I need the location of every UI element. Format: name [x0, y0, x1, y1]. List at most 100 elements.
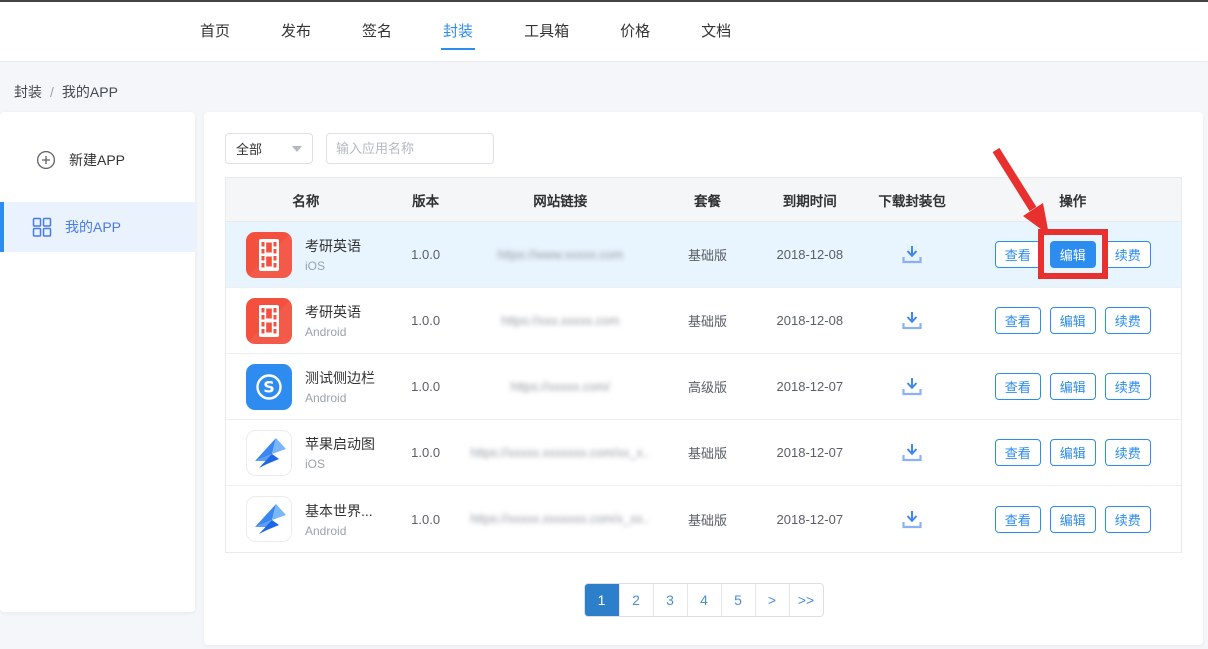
breadcrumb-separator: / [50, 84, 54, 100]
main-nav: 首页 发布 签名 封装 工具箱 价格 文档 [0, 0, 1208, 62]
page-button-1[interactable]: 1 [585, 584, 619, 616]
app-expiry-date: 2018-12-08 [760, 313, 860, 328]
page-last-button[interactable]: >> [789, 584, 823, 616]
app-platform: iOS [305, 259, 361, 273]
site-link-blurred: https://xxxxx.com/ [511, 380, 610, 394]
filter-select[interactable]: 全部 [225, 133, 313, 164]
renew-button[interactable]: 续费 [1105, 439, 1151, 466]
table-header-row: 名称 版本 网站链接 套餐 到期时间 下载封装包 操作 [226, 178, 1181, 222]
chevron-down-icon [292, 146, 302, 152]
breadcrumb-current: 我的APP [62, 82, 118, 102]
breadcrumb-section[interactable]: 封装 [14, 82, 42, 102]
sidebar-item-label: 我的APP [65, 217, 121, 237]
table-row: 考研英语 Android 1.0.0 https://xxx.xxxxx.com… [226, 288, 1181, 354]
plus-circle-icon [36, 150, 56, 170]
page-button-4[interactable]: 4 [687, 584, 721, 616]
view-button[interactable]: 查看 [995, 439, 1041, 466]
edit-button[interactable]: 编辑 [1050, 373, 1096, 400]
renew-button[interactable]: 续费 [1105, 506, 1151, 533]
download-package-icon[interactable] [900, 310, 924, 331]
nav-item-signature[interactable]: 签名 [360, 13, 394, 50]
app-table: 名称 版本 网站链接 套餐 到期时间 下载封装包 操作 考研英语 iOS 1.0… [225, 177, 1182, 553]
renew-button[interactable]: 续费 [1105, 241, 1151, 268]
app-plan: 基础版 [655, 510, 760, 529]
renew-button[interactable]: 续费 [1105, 373, 1151, 400]
view-button[interactable]: 查看 [995, 241, 1041, 268]
app-name: 考研英语 [305, 236, 361, 256]
view-button[interactable]: 查看 [995, 373, 1041, 400]
header-download: 下载封装包 [860, 190, 965, 210]
app-expiry-date: 2018-12-08 [760, 247, 860, 262]
sidebar-item-my-app[interactable]: 我的APP [0, 202, 195, 252]
app-plan: 基础版 [655, 245, 760, 264]
page-next-button[interactable]: > [755, 584, 789, 616]
edit-button[interactable]: 编辑 [1050, 439, 1096, 466]
nav-item-toolbox[interactable]: 工具箱 [522, 13, 571, 50]
edit-button[interactable]: 编辑 [1050, 241, 1096, 268]
view-button[interactable]: 查看 [995, 307, 1041, 334]
page-button-2[interactable]: 2 [619, 584, 653, 616]
header-name: 名称 [226, 190, 386, 210]
header-version: 版本 [386, 190, 466, 210]
app-version: 1.0.0 [386, 247, 466, 262]
site-link-blurred: https://xxx.xxxxx.com [501, 314, 619, 328]
pagination-wrap: 1 2 3 4 5 > >> [225, 583, 1182, 617]
header-expiry: 到期时间 [760, 190, 860, 210]
header-site-link: 网站链接 [466, 190, 656, 210]
app-platform: Android [305, 325, 361, 339]
sidebar-item-label: 新建APP [69, 150, 125, 170]
view-button[interactable]: 查看 [995, 506, 1041, 533]
paper-bird-app-icon [246, 430, 292, 476]
header-actions: 操作 [964, 190, 1181, 210]
grid-icon [32, 217, 52, 237]
app-platform: Android [305, 391, 375, 405]
header-plan: 套餐 [655, 190, 760, 210]
download-package-icon[interactable] [900, 376, 924, 397]
app-plan: 基础版 [655, 443, 760, 462]
site-link-blurred: https://xxxxx.xxxxxxx.com/xx_x... [470, 446, 650, 460]
download-package-icon[interactable] [900, 244, 924, 265]
nav-item-packaging[interactable]: 封装 [441, 13, 475, 50]
table-row: 考研英语 iOS 1.0.0 https://www.xxxxx.com 基础版… [226, 222, 1181, 288]
sidebar-item-new-app[interactable]: 新建APP [0, 132, 195, 188]
sidebar: 新建APP 我的APP [0, 112, 195, 612]
page-button-5[interactable]: 5 [721, 584, 755, 616]
app-expiry-date: 2018-12-07 [760, 512, 860, 527]
app-version: 1.0.0 [386, 445, 466, 460]
edit-button[interactable]: 编辑 [1050, 307, 1096, 334]
filter-select-value: 全部 [236, 139, 262, 158]
pagination: 1 2 3 4 5 > >> [584, 583, 824, 617]
nav-item-pricing[interactable]: 价格 [618, 13, 652, 50]
film-app-icon [246, 298, 292, 344]
download-package-icon[interactable] [900, 442, 924, 463]
download-package-icon[interactable] [900, 509, 924, 530]
app-expiry-date: 2018-12-07 [760, 445, 860, 460]
renew-button[interactable]: 续费 [1105, 307, 1151, 334]
table-controls: 全部 [225, 133, 494, 164]
app-plan: 基础版 [655, 311, 760, 330]
app-name: 考研英语 [305, 302, 361, 322]
main-panel: 全部 名称 版本 网站链接 套餐 到期时间 下载封装包 操作 [204, 112, 1203, 645]
app-version: 1.0.0 [386, 379, 466, 394]
app-platform: Android [305, 524, 373, 538]
search-input[interactable] [336, 141, 512, 156]
app-plan: 高级版 [655, 377, 760, 396]
site-link-blurred: https://www.xxxxx.com [497, 248, 623, 262]
page-button-3[interactable]: 3 [653, 584, 687, 616]
table-row: 苹果启动图 iOS 1.0.0 https://xxxxx.xxxxxxx.co… [226, 420, 1181, 486]
app-version: 1.0.0 [386, 512, 466, 527]
table-row: 测试侧边栏 Android 1.0.0 https://xxxxx.com/ 高… [226, 354, 1181, 420]
nav-item-publish[interactable]: 发布 [279, 13, 313, 50]
breadcrumb: 封装 / 我的APP [14, 82, 118, 102]
nav-item-home[interactable]: 首页 [198, 13, 232, 50]
app-name: 测试侧边栏 [305, 368, 375, 388]
nav-item-docs[interactable]: 文档 [699, 13, 733, 50]
site-link-blurred: https://xxxxx.xxxxxxx.com/x_xx... [470, 512, 650, 526]
app-version: 1.0.0 [386, 313, 466, 328]
app-packaging-console: 首页 发布 签名 封装 工具箱 价格 文档 封装 / 我的APP 新建APP [0, 0, 1208, 649]
s-browser-app-icon [246, 364, 292, 410]
edit-button[interactable]: 编辑 [1050, 506, 1096, 533]
search-box [326, 133, 494, 164]
app-platform: iOS [305, 457, 375, 471]
film-app-icon [246, 232, 292, 278]
